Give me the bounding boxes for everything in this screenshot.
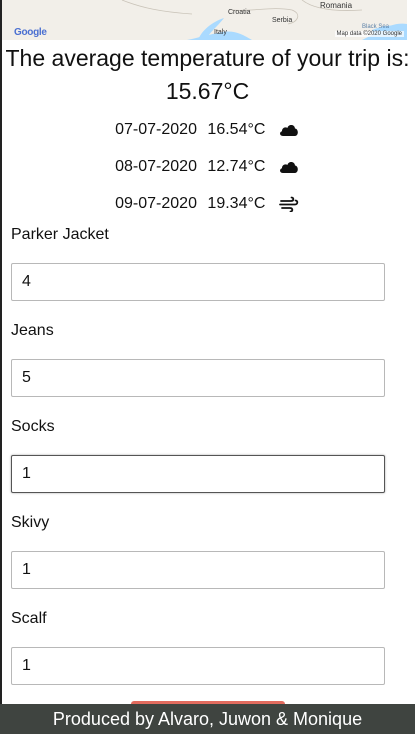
skivy-quantity-input[interactable] — [11, 551, 385, 589]
map-label-romania: Romania — [320, 1, 353, 10]
google-logo: Google — [14, 27, 47, 38]
forecast-row: 09-07-2020 19.34°C — [0, 195, 415, 215]
map-label-croatia: Croatia — [228, 9, 251, 16]
average-temperature-heading: The average temperature of your trip is:… — [5, 45, 410, 104]
forecast-row: 08-07-2020 12.74°C — [0, 158, 415, 178]
item-label-scalf: Scalf — [11, 610, 47, 627]
cloud-icon — [278, 122, 300, 138]
item-label-skivy: Skivy — [11, 514, 50, 531]
scalf-quantity-input[interactable] — [11, 647, 385, 685]
map-label-black-sea: Black Sea — [362, 24, 390, 30]
forecast-row: 07-07-2020 16.54°C — [0, 121, 415, 141]
forecast-temperature: 16.54°C — [207, 121, 266, 138]
wind-icon — [278, 196, 300, 213]
page-footer: Produced by Alvaro, Juwon & Monique — [0, 704, 415, 734]
forecast-date: 07-07-2020 — [115, 121, 197, 138]
forecast-date: 09-07-2020 — [115, 195, 197, 212]
item-label-parker-jacket: Parker Jacket — [11, 226, 109, 243]
map-attribution[interactable]: Map data ©2020 Google — [334, 31, 404, 37]
socks-quantity-input[interactable] — [11, 455, 385, 493]
map-label-italy: Italy — [214, 29, 227, 36]
trip-map[interactable]: Romania Croatia Serbia Italy Black Sea G… — [2, 0, 407, 40]
forecast-temperature: 12.74°C — [207, 158, 266, 175]
cloud-icon — [278, 159, 300, 175]
forecast-temperature: 19.34°C — [207, 195, 266, 212]
page-left-border — [0, 0, 2, 734]
item-label-jeans: Jeans — [11, 322, 54, 339]
parker-jacket-quantity-input[interactable] — [11, 263, 385, 301]
item-label-socks: Socks — [11, 418, 55, 435]
map-label-serbia: Serbia — [272, 17, 293, 24]
jeans-quantity-input[interactable] — [11, 359, 385, 397]
forecast-date: 08-07-2020 — [115, 158, 197, 175]
